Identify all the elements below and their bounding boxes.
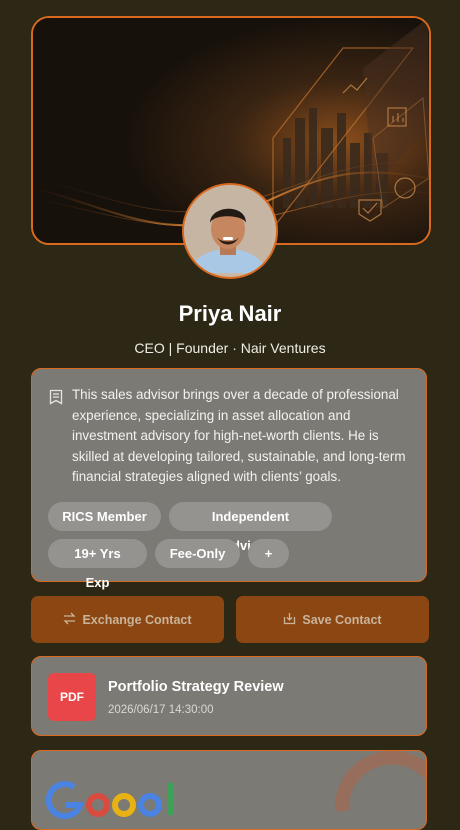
save-contact-label: Save Contact — [302, 612, 382, 627]
tag-chip: Fee-Only — [155, 539, 240, 568]
profile-role: CEO | Founder · Nair Ventures — [134, 340, 326, 356]
document-date: 2026/06/17 14:30:00 — [108, 704, 214, 716]
tag-chip: 19+ Yrs Exp — [48, 539, 147, 590]
more-tags-button[interactable]: + — [248, 539, 289, 568]
tag-chip: Independent Advisory — [169, 502, 332, 553]
pdf-icon: PDF — [48, 673, 96, 721]
download-box-icon — [283, 612, 296, 628]
avatar — [182, 183, 278, 279]
tag-chip: RICS Member — [48, 502, 161, 531]
document-lines-icon — [49, 389, 63, 410]
save-contact-button[interactable]: Save Contact — [236, 596, 429, 643]
exchange-contact-label: Exchange Contact — [82, 612, 192, 627]
profile-name: Priya Nair — [178, 301, 282, 326]
document-title: Portfolio Strategy Review — [108, 679, 284, 695]
linked-service-card[interactable] — [31, 750, 427, 830]
bio-text: This sales advisor brings over a decade … — [72, 387, 406, 484]
exchange-contact-button[interactable]: Exchange Contact — [31, 596, 224, 643]
document-card[interactable]: PDF Portfolio Strategy Review 2026/06/17… — [31, 656, 427, 736]
decorative-ring-icon — [332, 751, 426, 816]
swap-arrows-icon — [63, 612, 77, 628]
google-logo-icon — [45, 779, 176, 824]
